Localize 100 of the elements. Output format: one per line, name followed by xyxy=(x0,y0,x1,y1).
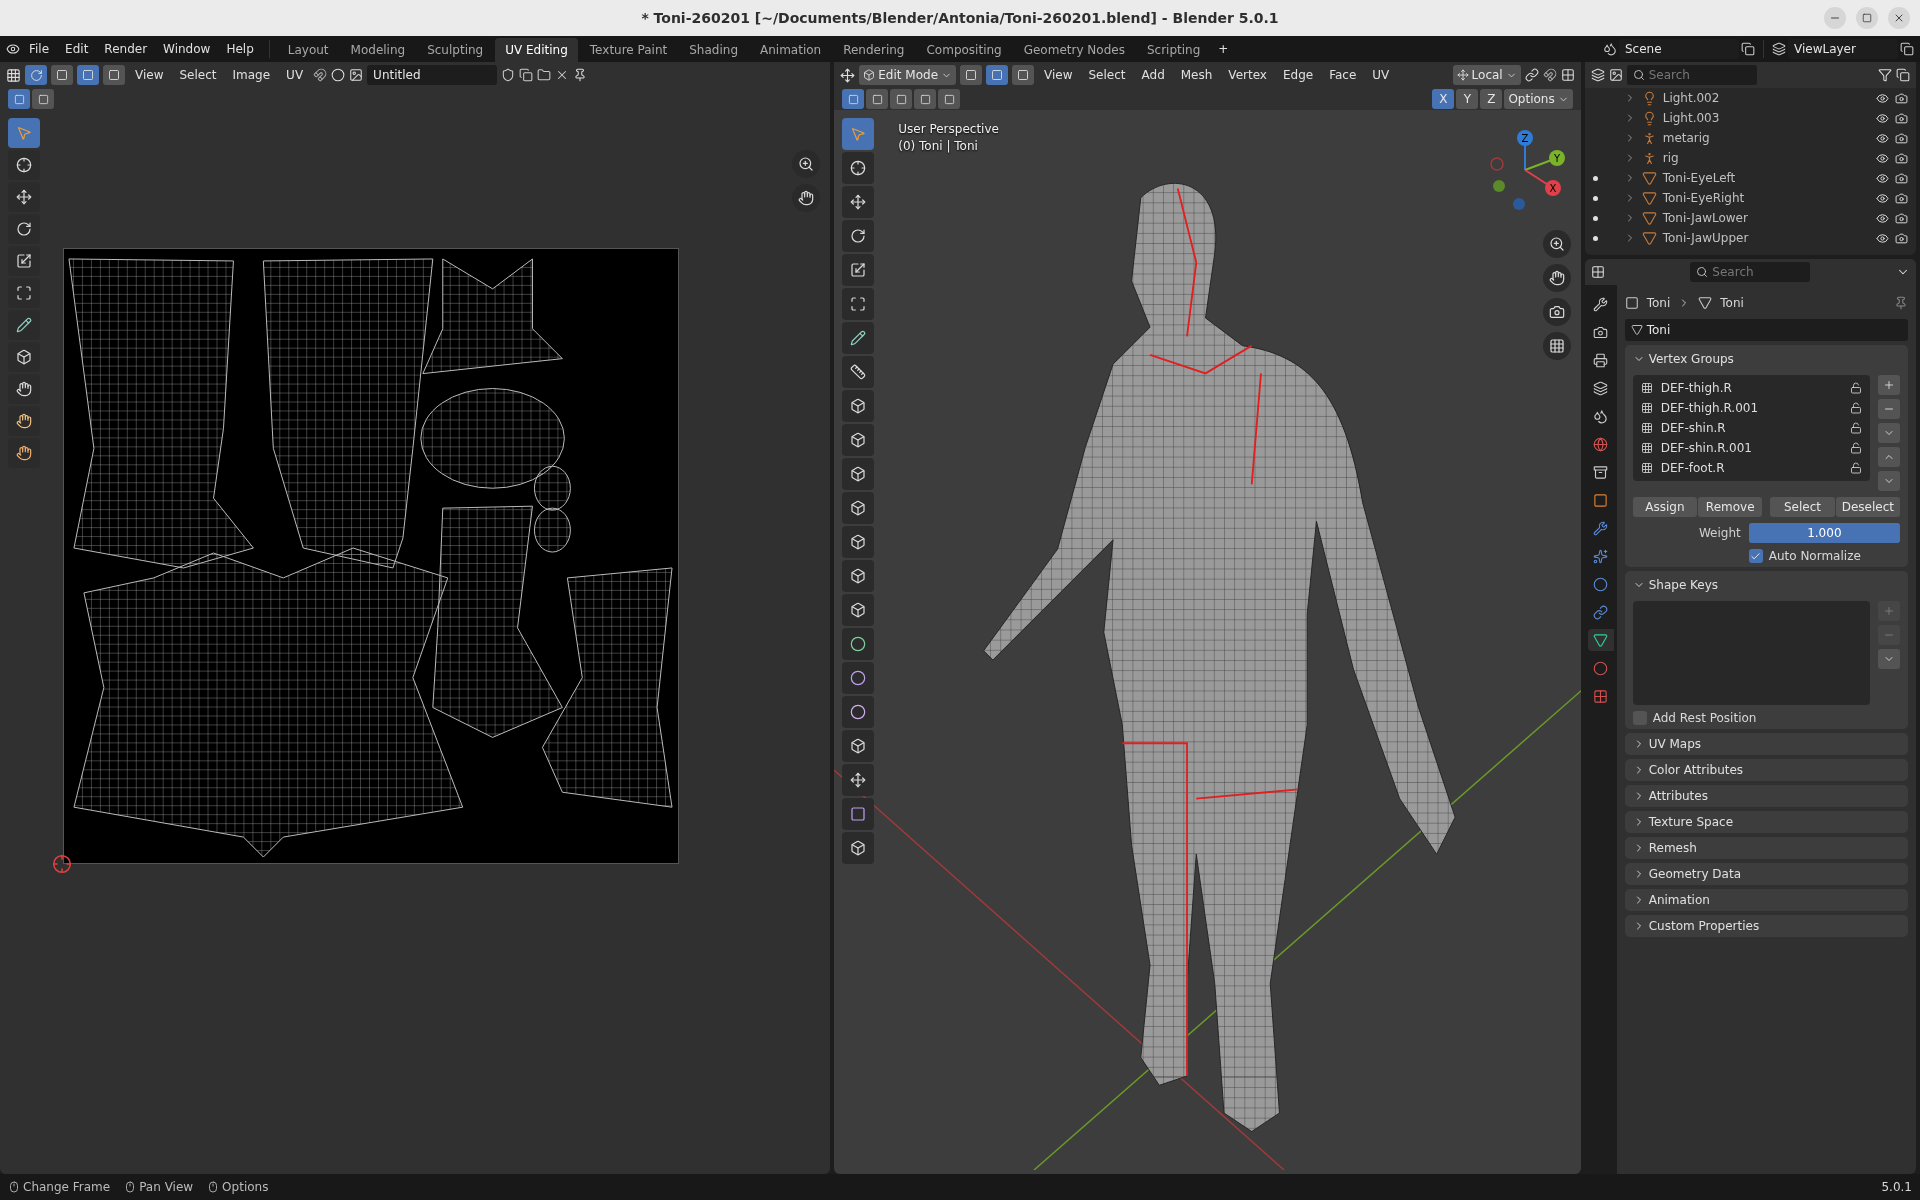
tool-button[interactable] xyxy=(842,152,875,184)
header-menu[interactable]: UV xyxy=(280,66,310,84)
header-menu[interactable]: Face xyxy=(1323,66,1363,84)
workspace-tab[interactable]: Rendering xyxy=(833,38,915,62)
outliner-item[interactable]: Toni-EyeLeft xyxy=(1662,171,1763,185)
outliner-item[interactable]: Toni-JawLower xyxy=(1662,211,1763,225)
outliner-item[interactable]: Light.003 xyxy=(1662,111,1763,125)
action-button[interactable]: Select xyxy=(1770,497,1835,517)
workspace-tab[interactable]: Geometry Nodes xyxy=(1013,38,1135,62)
workspace-tab[interactable]: Sculpting xyxy=(417,38,494,62)
close-button[interactable] xyxy=(1888,7,1910,29)
workspace-tab[interactable]: Shading xyxy=(679,38,748,62)
tool-button[interactable] xyxy=(842,696,875,728)
tool-button[interactable] xyxy=(842,492,875,524)
tool-button[interactable] xyxy=(8,438,40,468)
header-menu[interactable]: View xyxy=(129,66,170,84)
tool-button[interactable] xyxy=(8,374,40,404)
select-new-button[interactable] xyxy=(8,89,30,109)
action-button[interactable]: Remove xyxy=(1698,497,1763,517)
tool-button[interactable] xyxy=(842,560,875,592)
select-mode-button[interactable] xyxy=(77,65,99,85)
tool-button[interactable] xyxy=(842,526,875,558)
panel-header[interactable]: UV Maps xyxy=(1632,734,1900,754)
header-menu[interactable]: View xyxy=(1038,66,1079,84)
tool-button[interactable] xyxy=(8,246,40,276)
select-op-button[interactable] xyxy=(914,89,937,109)
workspace-tab[interactable]: Animation xyxy=(750,38,832,62)
mode-dropdown[interactable]: Edit Mode xyxy=(859,65,956,85)
tool-button[interactable] xyxy=(8,310,40,340)
list-item[interactable]: DEF-thigh.R xyxy=(1660,381,1842,395)
tool-button[interactable] xyxy=(842,220,875,252)
checkbox[interactable] xyxy=(1748,549,1763,563)
select-mode-button[interactable] xyxy=(51,65,73,85)
header-menu[interactable]: Edge xyxy=(1276,66,1320,84)
outliner-item[interactable]: Toni-JawUpper xyxy=(1662,231,1763,245)
panel-header[interactable]: Texture Space xyxy=(1632,812,1900,832)
panel-header[interactable]: Remesh xyxy=(1632,838,1900,858)
image-name-field[interactable]: Untitled xyxy=(367,65,498,85)
outliner-item[interactable]: metarig xyxy=(1662,131,1763,145)
zoom-button[interactable] xyxy=(1542,230,1571,258)
remove-button[interactable] xyxy=(1878,399,1900,419)
move-up-button[interactable] xyxy=(1878,447,1900,467)
pan-button[interactable] xyxy=(792,184,821,212)
panel-header[interactable]: Vertex Groups xyxy=(1632,349,1900,369)
tool-button[interactable] xyxy=(8,342,40,372)
pan-button[interactable] xyxy=(1542,264,1571,292)
mesh-name-field[interactable]: Toni xyxy=(1624,319,1908,341)
menu-item[interactable]: File xyxy=(22,39,57,59)
menu-item[interactable]: Edit xyxy=(58,39,96,59)
add-button[interactable] xyxy=(1878,375,1900,395)
tool-button[interactable] xyxy=(8,278,40,308)
maximize-button[interactable] xyxy=(1856,7,1878,29)
header-menu[interactable]: Vertex xyxy=(1222,66,1273,84)
menu-item[interactable]: Window xyxy=(156,39,218,59)
action-button[interactable]: Deselect xyxy=(1835,497,1900,517)
select-mode-button[interactable] xyxy=(960,65,982,85)
header-menu[interactable]: Select xyxy=(173,66,223,84)
tool-button[interactable] xyxy=(842,390,875,422)
workspace-tab[interactable]: UV Editing xyxy=(495,38,578,62)
menu-item[interactable]: Help xyxy=(219,39,261,59)
select-op-button[interactable] xyxy=(890,89,913,109)
move-down-button[interactable] xyxy=(1878,471,1900,491)
tool-button[interactable] xyxy=(842,424,875,456)
list-item[interactable]: DEF-shin.R.001 xyxy=(1660,441,1842,455)
tool-button[interactable] xyxy=(8,182,40,212)
tool-button[interactable] xyxy=(8,214,40,244)
options-dropdown[interactable]: Options xyxy=(1504,89,1573,109)
scene-field[interactable]: Scene xyxy=(1619,39,1739,59)
tool-button[interactable] xyxy=(842,322,875,354)
panel-header[interactable]: Attributes xyxy=(1632,786,1900,806)
tool-button[interactable] xyxy=(842,458,875,490)
tool-button[interactable] xyxy=(842,254,875,286)
select-op-button[interactable] xyxy=(938,89,961,109)
weight-slider[interactable]: 1.000 xyxy=(1748,523,1900,543)
orientation-dropdown[interactable]: Local xyxy=(1452,65,1521,85)
workspace-tab[interactable]: Scripting xyxy=(1136,38,1211,62)
view-layer-field[interactable]: ViewLayer xyxy=(1788,39,1898,59)
list-item[interactable]: DEF-thigh.R.001 xyxy=(1660,401,1842,415)
panel-header[interactable]: Color Attributes xyxy=(1632,760,1900,780)
panel-header[interactable]: Shape Keys xyxy=(1632,575,1900,595)
tool-button[interactable] xyxy=(842,662,875,694)
outliner-item[interactable]: rig xyxy=(1662,151,1763,165)
panel-header[interactable]: Animation xyxy=(1632,890,1900,910)
tool-button[interactable] xyxy=(8,406,40,436)
header-menu[interactable]: UV xyxy=(1366,66,1396,84)
menu-item[interactable]: Render xyxy=(97,39,155,59)
tool-button[interactable] xyxy=(842,186,875,218)
header-menu[interactable]: Add xyxy=(1135,66,1171,84)
tool-button[interactable] xyxy=(842,628,875,660)
outliner-item[interactable]: Light.002 xyxy=(1662,91,1763,105)
action-button[interactable]: Assign xyxy=(1632,497,1698,517)
select-mode-button[interactable] xyxy=(986,65,1008,85)
select-op-button[interactable] xyxy=(842,89,865,109)
header-menu[interactable]: Image xyxy=(226,66,277,84)
minimize-button[interactable] xyxy=(1824,7,1846,29)
header-menu[interactable]: Select xyxy=(1082,66,1132,84)
tool-button[interactable] xyxy=(842,832,875,864)
workspace-tab[interactable]: Compositing xyxy=(916,38,1012,62)
grid-button[interactable] xyxy=(1542,332,1571,360)
search-field[interactable]: Search xyxy=(1690,262,1811,282)
